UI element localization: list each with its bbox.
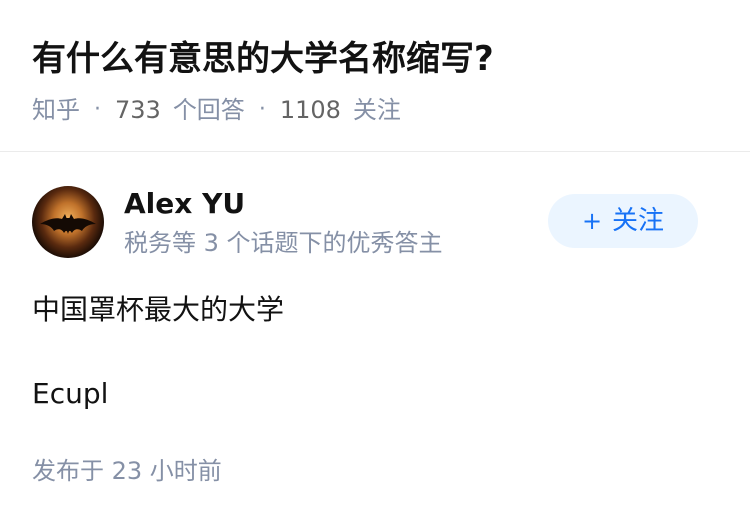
follow-button-label: 关注 xyxy=(612,206,665,236)
follow-button[interactable]: + 关注 xyxy=(548,194,698,248)
question-header: 有什么有意思的大学名称缩写? 知乎 · 733 个回答 · 1108 关注 xyxy=(0,0,750,152)
meta-separator: · xyxy=(258,97,266,122)
answer-content-line: Ecupl xyxy=(32,377,109,410)
answer-timestamp: 发布于 23 小时前 xyxy=(32,457,222,485)
answer-count: 733 xyxy=(115,96,161,124)
author-name[interactable]: Alex YU xyxy=(124,186,245,222)
bat-symbol-icon xyxy=(40,214,96,234)
answer-count-label: 个回答 xyxy=(172,96,245,124)
follower-count-label: 关注 xyxy=(352,96,401,124)
question-title[interactable]: 有什么有意思的大学名称缩写? xyxy=(32,34,494,84)
meta-separator: · xyxy=(94,97,101,122)
answer-card: Alex YU 税务等 3 个话题下的优秀答主 + 关注 中国罩杯最大的大学 E… xyxy=(0,152,750,522)
author-bio: 税务等 3 个话题下的优秀答主 xyxy=(124,229,443,257)
question-meta: 知乎 · 733 个回答 · 1108 关注 xyxy=(32,92,401,128)
avatar[interactable] xyxy=(32,186,104,258)
follower-count: 1108 xyxy=(279,96,341,124)
plus-icon: + xyxy=(581,207,603,235)
answer-content-line: 中国罩杯最大的大学 xyxy=(32,293,285,326)
site-name[interactable]: 知乎 xyxy=(32,92,80,128)
